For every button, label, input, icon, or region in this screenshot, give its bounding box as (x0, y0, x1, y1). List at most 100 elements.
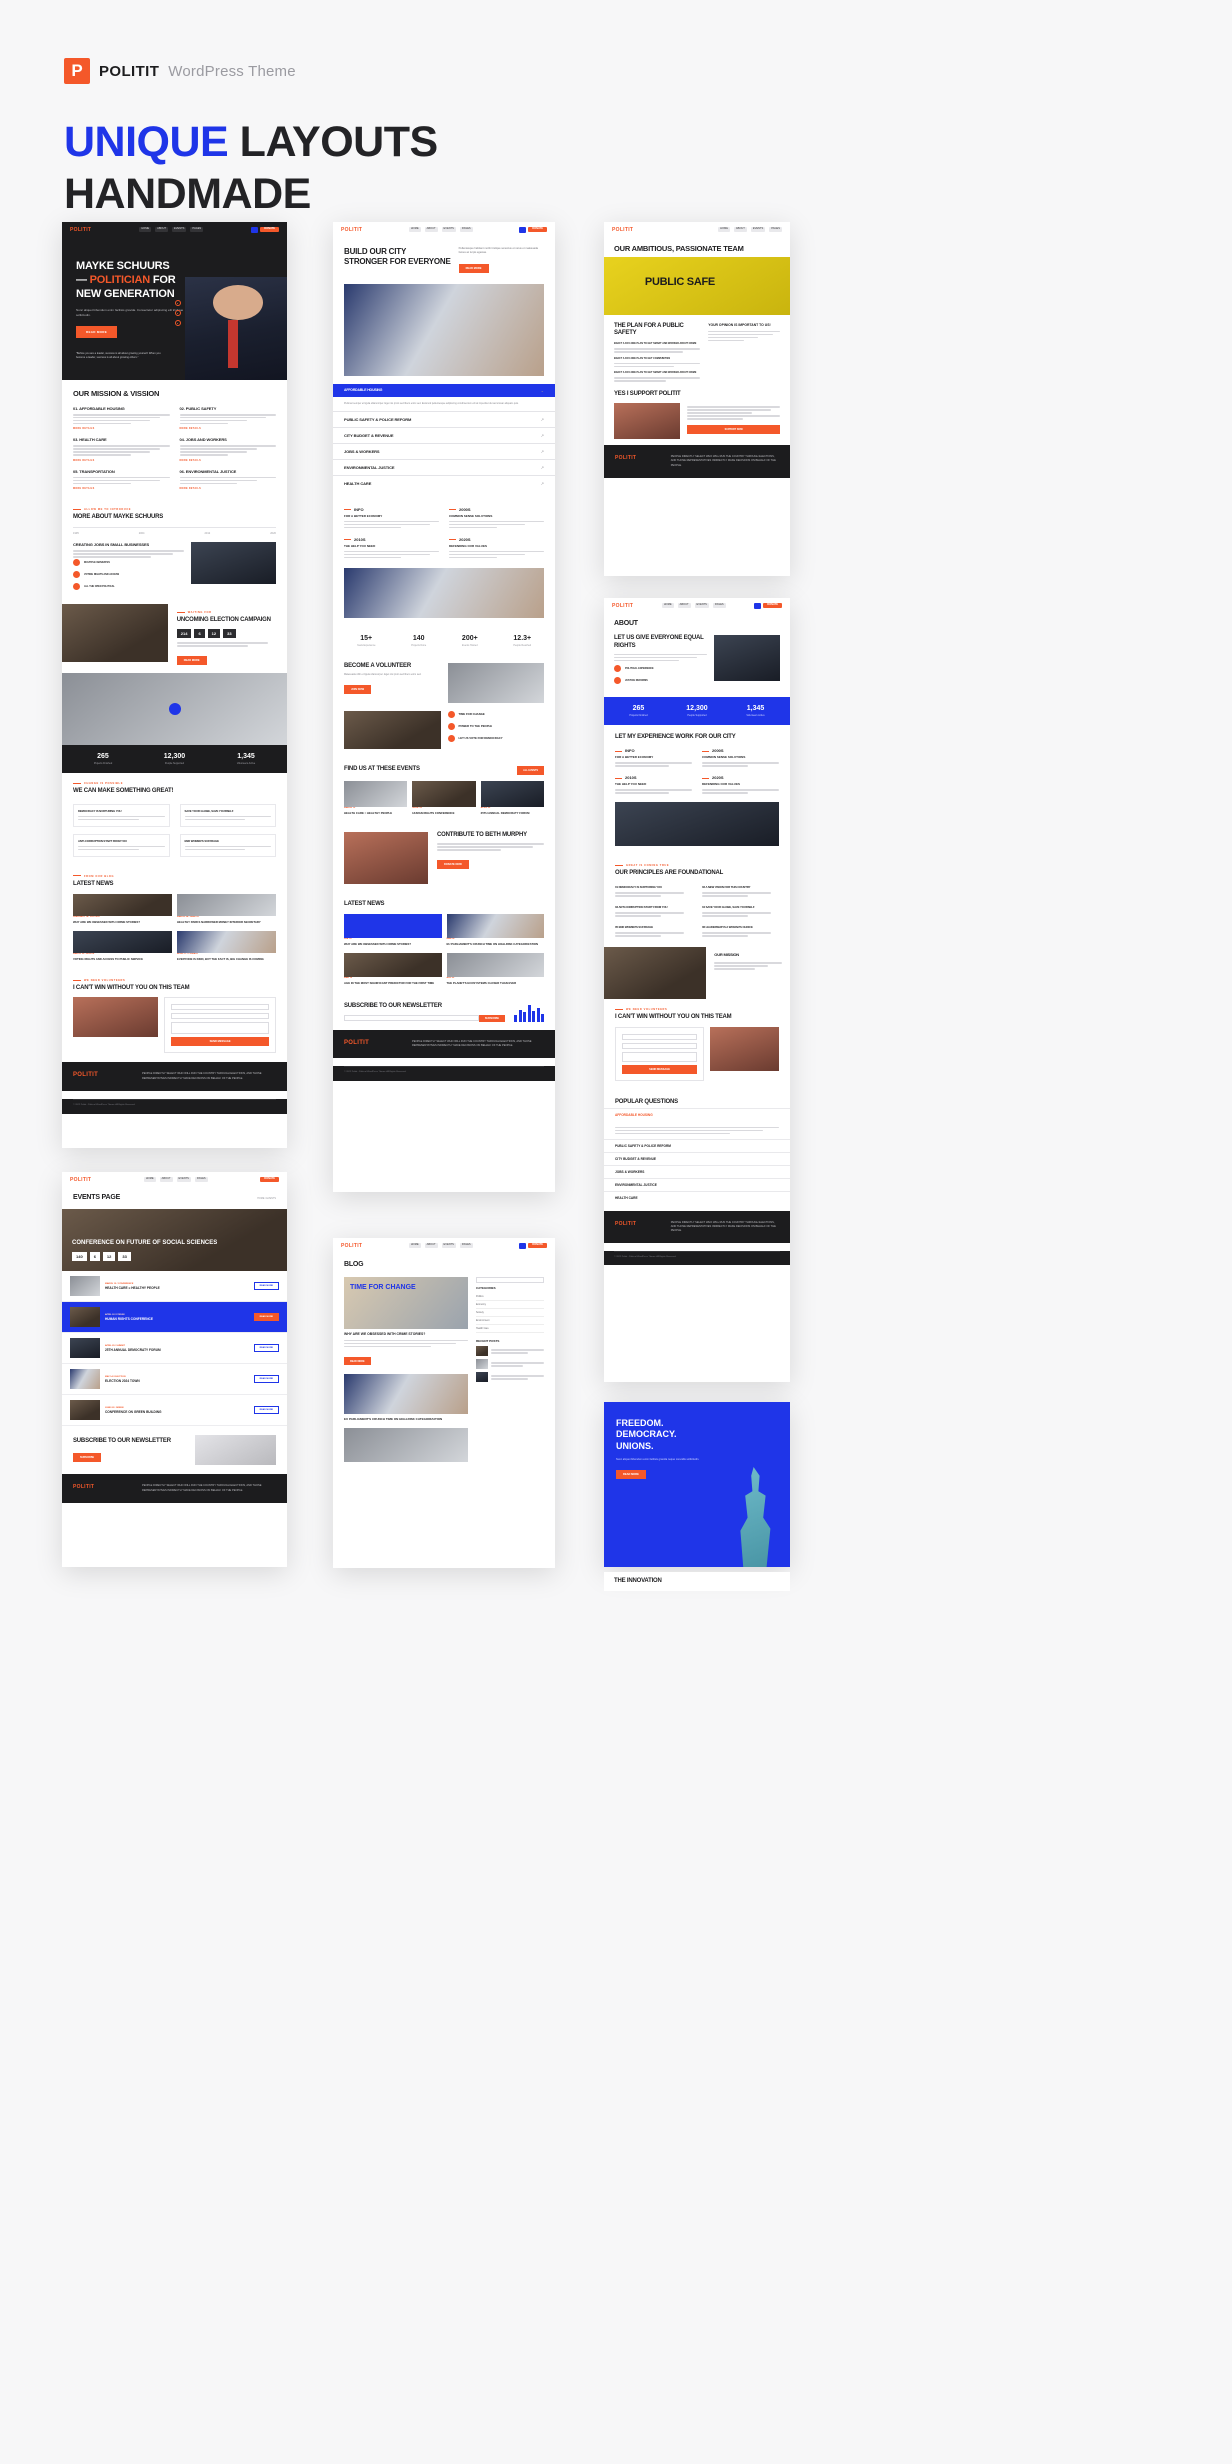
support-now-button[interactable]: SUPPORT NOW (687, 424, 780, 434)
mission-more-link[interactable]: MORE DETAILS (73, 487, 170, 490)
donate-now-button[interactable]: DONATE NOW (437, 860, 469, 870)
category-link[interactable]: Society (476, 1309, 544, 1318)
blog-read-more-button[interactable]: READ MORE (344, 1357, 371, 1366)
site-nav[interactable]: POLITIT HOME ABOUT EVENTS PAGES DONATE (333, 222, 555, 237)
donate-button[interactable]: DONATE (260, 1176, 279, 1183)
nav-item-pages[interactable]: PAGES (190, 227, 204, 232)
nav-item-events[interactable]: EVENTS (441, 227, 456, 232)
nav-item-pages[interactable]: PAGES (194, 1177, 208, 1182)
question-item[interactable]: AFFORDABLE HOUSING (604, 1107, 790, 1121)
accordion-item[interactable]: HEALTH CARE ↗ (333, 474, 555, 491)
site-nav[interactable]: POLITIT HOME ABOUT EVENTS PAGES DONATE (62, 222, 287, 237)
arrow-icon[interactable]: ↗ (541, 465, 544, 470)
send-message-button[interactable]: SEND MESSAGE (622, 1064, 698, 1074)
mockup-blog[interactable]: POLITIT HOME ABOUT EVENTS PAGES DONATE B… (333, 1238, 555, 1568)
category-link[interactable]: Politics (476, 1293, 544, 1302)
arrow-icon[interactable]: ↗ (541, 449, 544, 454)
question-item[interactable]: PUBLIC SAFETY & POLICE REFORM (604, 1138, 790, 1152)
event-card[interactable]: MARCH 12 HEALTH CARE = HEALTHY PEOPLE (344, 780, 408, 816)
nav-item-events[interactable]: EVENTS (441, 1243, 456, 1248)
nav-links[interactable]: HOME ABOUT EVENTS PAGES (718, 227, 782, 232)
category-link[interactable]: Environment (476, 1317, 544, 1326)
mission-item[interactable]: 02. PUBLIC SAFETY MORE DETAILS (179, 406, 276, 430)
search-icon[interactable] (519, 1242, 527, 1249)
city-hero-button[interactable]: READ MORE (458, 263, 489, 273)
nav-item-about[interactable]: ABOUT (677, 603, 691, 608)
mockup-city[interactable]: POLITIT HOME ABOUT EVENTS PAGES DONATE B… (333, 222, 555, 1192)
message-field[interactable] (622, 1051, 698, 1062)
accordion-item[interactable]: PUBLIC SAFETY & POLICE REFORM ↗ (333, 410, 555, 427)
accordion-item[interactable]: CITY BUDGET & REVENUE ↗ (333, 426, 555, 443)
name-field[interactable] (171, 1004, 269, 1011)
event-read-more-button[interactable]: READ MORE (253, 1313, 279, 1322)
news-item[interactable]: MARCH 04 / HEALTH HEALTHY PARKS NARROWER… (177, 893, 276, 925)
site-logo[interactable]: POLITIT (70, 227, 91, 233)
site-logo[interactable]: POLITIT (612, 603, 633, 609)
site-nav[interactable]: POLITIT HOME ABOUT EVENTS PAGES (604, 222, 790, 237)
mission-more-link[interactable]: MORE DETAILS (73, 459, 170, 462)
donate-button[interactable]: DONATE (528, 226, 547, 233)
mission-more-link[interactable]: MORE DETAILS (180, 459, 277, 462)
chevron-down-icon[interactable]: ⌄ (541, 388, 544, 393)
nav-item-home[interactable]: HOME (143, 1177, 156, 1182)
nav-actions[interactable]: DONATE (251, 226, 279, 233)
video-banner[interactable] (62, 673, 287, 746)
nav-item-about[interactable]: ABOUT (159, 1177, 173, 1182)
site-nav[interactable]: POLITIT HOME ABOUT EVENTS PAGES DONATE (604, 598, 790, 613)
site-logo[interactable]: POLITIT (70, 1177, 91, 1183)
great-card[interactable]: DEMOCRACY IS NURTURING YOU (73, 803, 170, 827)
mockup-home[interactable]: POLITIT HOME ABOUT EVENTS PAGES DONATE M… (62, 222, 287, 1148)
campaign-button[interactable]: READ MORE (176, 656, 207, 666)
nav-item-pages[interactable]: PAGES (769, 227, 782, 232)
accordion-item[interactable]: JOBS & WORKERS ↗ (333, 442, 555, 459)
arrow-icon[interactable]: ↗ (541, 433, 544, 438)
nav-actions[interactable]: DONATE (519, 226, 547, 233)
donate-button[interactable]: DONATE (528, 1242, 547, 1249)
social-links[interactable] (174, 299, 181, 326)
news-item[interactable]: APRIL 11 / CLIMATE EVERYONE IS KIND, BUT… (177, 930, 276, 962)
site-logo[interactable]: POLITIT (341, 227, 362, 233)
news-item[interactable]: APR 05 THE PLANET'S ECOSYSTEMS CLOSER TH… (446, 953, 544, 986)
email-field[interactable] (171, 1013, 269, 1020)
mission-item[interactable]: 01. AFFORDABLE HOUSING MORE DETAILS (73, 406, 170, 430)
subscribe-email-input[interactable] (344, 1015, 479, 1022)
search-icon[interactable] (754, 602, 762, 609)
nav-actions[interactable]: DONATE (519, 1242, 547, 1249)
mockup-freedom[interactable]: FREEDOM. DEMOCRACY. UNIONS. Nunc aliquet… (604, 1402, 790, 1567)
event-list-item[interactable]: MAY 14 / ELECTION ELECTION 2024 TOWN READ… (62, 1364, 287, 1396)
nav-item-events[interactable]: EVENTS (750, 227, 766, 232)
nav-links[interactable]: HOME ABOUT EVENTS PAGES (139, 227, 204, 232)
mission-item[interactable]: 03. HEALTH CARE MORE DETAILS (73, 437, 170, 462)
mockup-about[interactable]: POLITIT HOME ABOUT EVENTS PAGES DONATE A… (604, 598, 790, 1382)
about-contact-form[interactable]: SEND MESSAGE (615, 1026, 705, 1081)
news-item[interactable]: FEBRUARY 18 / PROTEST WHY ARE WE OBSESSE… (73, 893, 172, 925)
site-nav[interactable]: POLITIT HOME ABOUT EVENTS PAGES DONATE (62, 1172, 287, 1187)
nav-links[interactable]: HOME ABOUT EVENTS PAGES (143, 1177, 208, 1182)
donate-button[interactable]: DONATE (260, 226, 279, 233)
category-link[interactable]: Economy (476, 1301, 544, 1310)
blog-post2-title[interactable]: EU PARLIAMENT'S CRUNCH TIME ON HIGH-RISK… (344, 1417, 468, 1421)
blog-post-title[interactable]: WHY ARE WE OBSESSED WITH CRIME STORIES? (344, 1332, 468, 1337)
nav-links[interactable]: HOME ABOUT EVENTS PAGES (661, 603, 726, 608)
subscribe-button[interactable]: SUBSCRIBE (478, 1015, 505, 1023)
event-card[interactable]: APRIL 03 HUMAN RIGHTS CONFERENCE (412, 780, 476, 816)
nav-actions[interactable]: DONATE (260, 1176, 279, 1183)
event-list-item[interactable]: APRIL 03 / FORUM HUMAN RIGHTS CONFERENCE … (62, 1302, 287, 1334)
send-message-button[interactable]: SEND MESSAGE (171, 1037, 269, 1047)
search-icon[interactable] (519, 226, 527, 233)
site-nav[interactable]: POLITIT HOME ABOUT EVENTS PAGES DONATE (333, 1238, 555, 1253)
event-read-more-button[interactable]: READ MORE (253, 1282, 279, 1291)
search-icon[interactable] (251, 226, 259, 233)
hero-read-more-button[interactable]: READ MORE (76, 325, 118, 338)
news-item[interactable]: MARCH 22 / RIGHTS VOTING RIGHTS AND ACCE… (73, 930, 172, 962)
accordion-open-item[interactable]: AFFORDABLE HOUSING ⌄ (333, 383, 555, 397)
event-read-more-button[interactable]: READ MORE (253, 1375, 279, 1384)
events-subscribe-button[interactable]: SUBSCRIBE (73, 1452, 102, 1462)
volunteer-join-button[interactable]: JOIN NOW (344, 684, 372, 694)
great-card[interactable]: ANTI-CORRUPTION START FROM YOU (73, 833, 170, 857)
event-list-item[interactable]: APRIL 29 / SUMMIT 25TH ANNUAL DEMOCRATY F… (62, 1333, 287, 1365)
contact-form[interactable]: SEND MESSAGE (164, 997, 276, 1054)
nav-item-about[interactable]: ABOUT (733, 227, 747, 232)
nav-links[interactable]: HOME ABOUT EVENTS PAGES (408, 1243, 473, 1248)
donate-button[interactable]: DONATE (763, 602, 782, 609)
